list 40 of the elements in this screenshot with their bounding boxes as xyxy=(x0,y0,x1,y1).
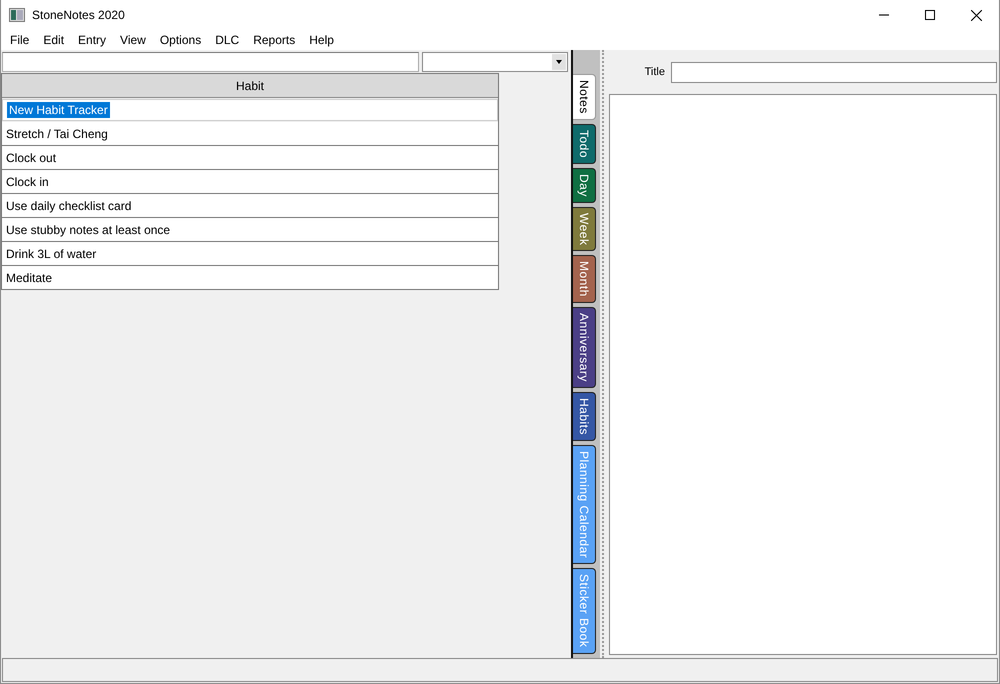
menu-item[interactable]: Help xyxy=(302,33,341,47)
menu-item[interactable]: DLC xyxy=(208,33,246,47)
side-tab[interactable]: Habits xyxy=(573,392,596,441)
side-tab[interactable]: Month xyxy=(573,255,596,304)
window-title: StoneNotes 2020 xyxy=(32,8,125,22)
table-row[interactable]: Use daily checklist card xyxy=(2,194,498,218)
table-cell: Clock out xyxy=(6,150,56,164)
close-icon xyxy=(970,10,982,20)
table-cell: Stretch / Tai Cheng xyxy=(6,126,108,140)
table-row[interactable]: Clock in xyxy=(2,170,498,194)
table-cell: Use stubby notes at least once xyxy=(6,222,170,236)
table-row[interactable]: New Habit Tracker xyxy=(2,99,498,121)
side-tab[interactable]: Notes xyxy=(573,74,596,120)
filter-field[interactable] xyxy=(2,52,419,72)
menu-item[interactable]: Entry xyxy=(71,33,114,47)
table-cell: New Habit Tracker xyxy=(7,102,110,118)
side-tab[interactable]: Day xyxy=(573,168,596,203)
table-row[interactable]: Drink 3L of water xyxy=(2,242,498,266)
column-header[interactable]: Habit xyxy=(2,74,498,98)
category-dropdown[interactable] xyxy=(422,52,568,72)
title-field[interactable] xyxy=(671,62,997,82)
app-icon xyxy=(9,8,25,22)
side-tab[interactable]: Todo xyxy=(573,124,596,164)
table-cell: Drink 3L of water xyxy=(6,246,96,260)
table-row[interactable]: Stretch / Tai Cheng xyxy=(2,122,498,146)
table-row[interactable]: Use stubby notes at least once xyxy=(2,218,498,242)
table-cell: Use daily checklist card xyxy=(6,198,132,212)
menu-item[interactable]: File xyxy=(3,33,36,47)
menu-item[interactable]: View xyxy=(113,33,153,47)
title-label: Title xyxy=(644,66,665,78)
table-row[interactable]: Clock out xyxy=(2,146,498,170)
side-tab[interactable]: Week xyxy=(573,206,596,252)
table-row[interactable]: Meditate xyxy=(2,266,498,290)
table-cell: Meditate xyxy=(6,270,52,284)
menu-item[interactable]: Edit xyxy=(36,33,72,47)
maximize-icon xyxy=(925,10,935,20)
menu-item[interactable]: Options xyxy=(152,33,208,47)
table-cell: Clock in xyxy=(6,174,49,188)
menu-item[interactable]: Reports xyxy=(246,33,302,47)
side-tab[interactable]: Anniversary xyxy=(573,307,596,388)
